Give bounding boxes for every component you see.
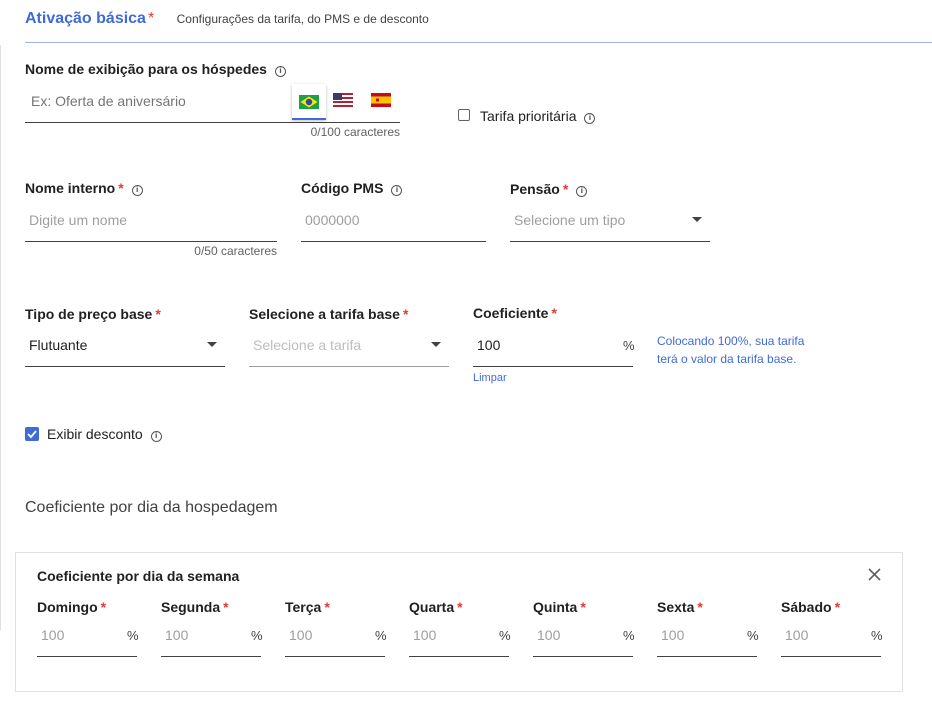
day-input[interactable]: 100 % (409, 617, 511, 657)
day-input[interactable]: 100 % (781, 617, 883, 657)
coefficient-label: Coeficiente * (473, 305, 557, 321)
display-name-label: Nome de exibição para os hóspedes i (25, 61, 286, 77)
day-label: Quinta * (533, 599, 586, 615)
day-input[interactable]: 100 % (533, 617, 635, 657)
day-quarta: Quarta * 100 % (409, 599, 511, 657)
chevron-down-icon (431, 342, 441, 347)
header-divider (25, 42, 932, 43)
weekday-card: Coeficiente por dia da semana Domingo * 1… (15, 552, 903, 692)
base-price-type-select[interactable]: Flutuante (25, 327, 225, 367)
base-price-type-label: Tipo de preço base * (25, 306, 161, 322)
day-label: Segunda * (161, 599, 229, 615)
discount-label: Exibir desconto i (47, 426, 162, 442)
coefficient-field[interactable]: 100 % (473, 327, 635, 367)
base-price-type-value: Flutuante (29, 337, 88, 353)
internal-name-placeholder: Digite um nome (29, 212, 128, 228)
chevron-down-icon (692, 217, 702, 222)
close-icon[interactable] (868, 568, 881, 581)
spain-flag-icon (371, 93, 391, 107)
percent-unit: % (623, 338, 635, 353)
day-label: Terça * (285, 599, 330, 615)
day-label: Sábado * (781, 599, 841, 615)
coefficient-value: 100 (477, 337, 501, 353)
info-icon: i (274, 66, 286, 77)
check-icon (27, 430, 37, 439)
weekday-card-title: Coeficiente por dia da semana (37, 568, 240, 584)
clear-link[interactable]: Limpar (473, 372, 507, 384)
internal-name-counter: 0/50 caracteres (194, 244, 277, 258)
display-name-input[interactable] (29, 92, 288, 110)
priority-label: Tarifa prioritária i (480, 108, 596, 124)
info-icon: i (584, 113, 596, 124)
day-input[interactable]: 100 % (285, 617, 387, 657)
section-title: Ativação básica (25, 10, 146, 27)
language-tab-pt-br[interactable] (292, 84, 326, 120)
left-border (0, 45, 1, 630)
day-label: Quarta * (409, 599, 463, 615)
info-icon: i (131, 185, 143, 196)
day-input[interactable]: 100 % (657, 617, 759, 657)
language-tab-es-es[interactable] (371, 93, 391, 112)
day-sexta: Sexta * 100 % (657, 599, 759, 657)
chevron-down-icon (207, 342, 217, 347)
info-icon: i (150, 431, 162, 442)
base-rate-select[interactable]: Selecione a tarifa (249, 327, 449, 367)
display-name-counter: 0/100 caracteres (310, 125, 400, 139)
day-quinta: Quinta * 100 % (533, 599, 635, 657)
info-icon: i (576, 186, 588, 197)
day-domingo: Domingo * 100 % (37, 599, 139, 657)
info-icon: i (391, 185, 403, 196)
board-placeholder: Selecione um tipo (514, 212, 626, 228)
coefficient-hint: Colocando 100%, sua tarifa terá o valor … (657, 334, 805, 366)
pms-code-label: Código PMS i (301, 180, 403, 196)
pms-code-placeholder: 0000000 (305, 212, 360, 228)
section-header: Ativação básica * Configurações da tarifa… (25, 10, 429, 28)
base-rate-placeholder: Selecione a tarifa (253, 337, 362, 353)
language-tab-en-us[interactable] (333, 93, 353, 112)
internal-name-field[interactable]: Digite um nome (25, 202, 277, 242)
day-label: Domingo * (37, 599, 107, 615)
section-subtitle: Configurações da tarifa, do PMS e de des… (176, 12, 429, 26)
usa-flag-icon (333, 93, 353, 107)
base-rate-label: Selecione a tarifa base * (249, 306, 409, 322)
display-name-field[interactable] (25, 82, 400, 123)
discount-checkbox[interactable] (25, 427, 39, 441)
day-label: Sexta * (657, 599, 703, 615)
day-terca: Terça * 100 % (285, 599, 387, 657)
day-sabado: Sábado * 100 % (781, 599, 883, 657)
priority-checkbox[interactable] (458, 109, 470, 121)
board-label: Pensão * i (510, 181, 588, 197)
brazil-flag-icon (299, 95, 319, 109)
day-input[interactable]: 100 % (37, 617, 139, 657)
pms-code-field[interactable]: 0000000 (301, 202, 486, 242)
board-select[interactable]: Selecione um tipo (510, 202, 710, 242)
internal-name-label: Nome interno * i (25, 180, 143, 196)
day-input[interactable]: 100 % (161, 617, 263, 657)
stay-section-title: Coeficiente por dia da hospedagem (25, 499, 278, 516)
day-segunda: Segunda * 100 % (161, 599, 263, 657)
required-mark: * (147, 10, 155, 27)
